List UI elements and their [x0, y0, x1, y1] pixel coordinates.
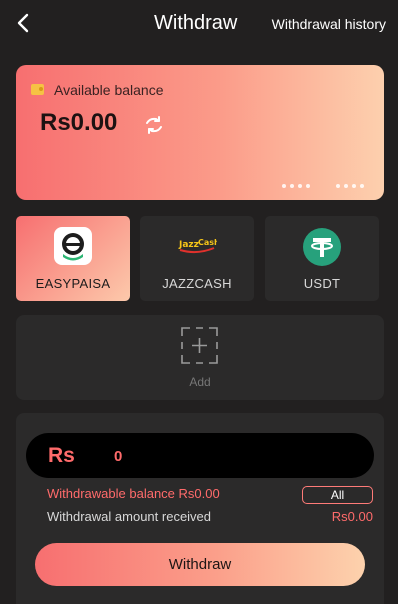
- svg-text:Cash: Cash: [198, 238, 217, 247]
- amount-input[interactable]: Rs 0: [26, 433, 374, 478]
- wallet-icon: [31, 84, 44, 95]
- method-label-usdt: USDT: [303, 276, 341, 291]
- jazzcash-icon: Jazz Cash: [178, 238, 217, 254]
- refresh-icon[interactable]: [144, 115, 164, 135]
- balance-card: Available balance Rs0.00: [16, 65, 384, 200]
- method-label-easypaisa: EASYPAISA: [35, 276, 111, 291]
- withdrawable-balance: Withdrawable balance Rs0.00: [47, 486, 220, 501]
- amount-value: 0: [114, 448, 123, 465]
- withdrawal-history-link[interactable]: Withdrawal history: [272, 16, 386, 32]
- back-button[interactable]: [10, 10, 36, 36]
- withdraw-form: Rs 0 Withdrawable balance Rs0.00 All Wit…: [16, 413, 384, 604]
- currency-symbol: Rs: [48, 444, 75, 467]
- card-number-mask-1: [282, 184, 310, 188]
- all-button[interactable]: All: [302, 486, 373, 504]
- add-icon: [181, 327, 218, 364]
- page-title: Withdraw: [154, 12, 238, 34]
- method-usdt[interactable]: USDT: [265, 216, 379, 301]
- balance-amount: Rs0.00: [40, 109, 118, 136]
- tether-icon: [303, 228, 341, 266]
- available-balance-label: Available balance: [54, 82, 164, 98]
- method-label-jazzcash: JAZZCASH: [162, 276, 232, 291]
- chevron-left-icon: [17, 13, 29, 33]
- received-value: Rs0.00: [331, 509, 373, 524]
- method-easypaisa[interactable]: EASYPAISA: [16, 216, 130, 301]
- received-label: Withdrawal amount received: [47, 509, 212, 524]
- method-jazzcash[interactable]: Jazz Cash JAZZCASH: [140, 216, 254, 301]
- add-account-card[interactable]: Add: [16, 315, 384, 400]
- easypaisa-icon: [54, 227, 92, 265]
- withdraw-button[interactable]: Withdraw: [35, 543, 365, 586]
- header: Withdraw Withdrawal history: [0, 0, 398, 46]
- svg-text:Jazz: Jazz: [178, 240, 199, 250]
- card-number-mask-2: [336, 184, 364, 188]
- add-label: Add: [189, 375, 211, 389]
